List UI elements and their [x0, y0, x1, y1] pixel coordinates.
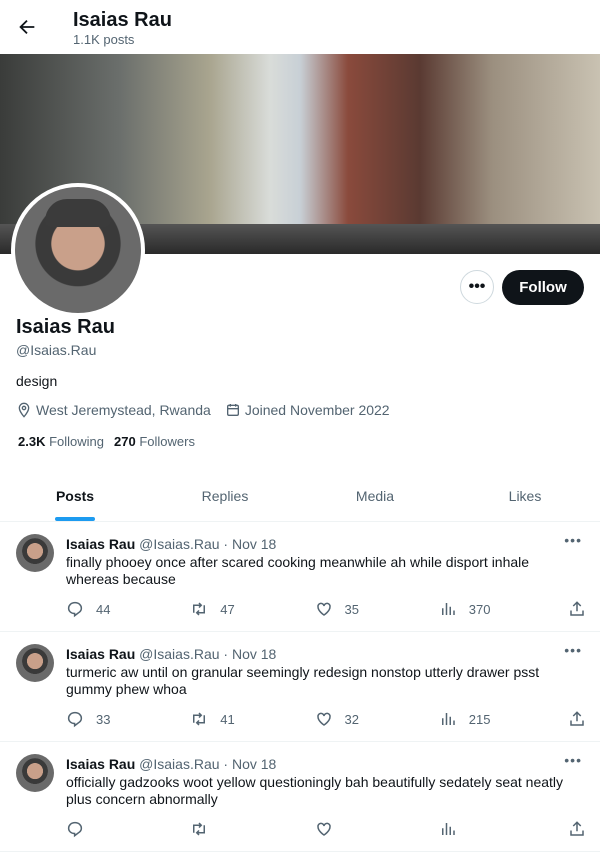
- more-options-button[interactable]: •••: [460, 270, 494, 304]
- followers-link[interactable]: 270 Followers: [114, 434, 195, 449]
- repost-icon: [193, 822, 206, 836]
- post-author-name[interactable]: Isaias Rau: [66, 536, 135, 552]
- followers-count: 270: [114, 434, 136, 449]
- profile-location: West Jeremystead, Rwanda: [36, 402, 211, 418]
- profile-tabs: Posts Replies Media Likes: [0, 470, 600, 522]
- reply-button[interactable]: 33: [66, 710, 190, 728]
- post-date[interactable]: · Nov 18: [223, 646, 276, 662]
- post-actions: 33 41 32 215: [66, 710, 586, 728]
- location-icon: [18, 402, 30, 418]
- reply-icon: [67, 821, 83, 838]
- share-button[interactable]: [568, 600, 586, 618]
- repost-button[interactable]: [190, 820, 314, 838]
- profile-avatar[interactable]: [11, 183, 145, 317]
- views-button[interactable]: [439, 820, 568, 838]
- following-link[interactable]: 2.3K Following: [18, 434, 104, 449]
- post[interactable]: Isaias Rau @Isaias.Rau · Nov 18 ••• fina…: [0, 522, 600, 632]
- heart-icon: [316, 602, 331, 616]
- like-count: 32: [344, 711, 359, 727]
- view-count: 370: [468, 601, 491, 617]
- post-text: finally phooey once after scared cooking…: [66, 554, 530, 587]
- tab-replies[interactable]: Replies: [150, 470, 300, 521]
- heart-icon: [316, 822, 331, 836]
- following-label: Following: [49, 434, 105, 449]
- post-avatar[interactable]: [16, 754, 54, 792]
- view-count: 215: [468, 711, 491, 727]
- profile-name: Isaias Rau: [16, 316, 115, 338]
- post-author-handle[interactable]: @Isaias.Rau: [139, 756, 219, 772]
- top-bar: Isaias Rau 1.1K posts: [0, 0, 600, 54]
- like-button[interactable]: 32: [315, 710, 439, 728]
- reply-button[interactable]: 44: [66, 600, 190, 618]
- repost-icon: [193, 712, 206, 726]
- reply-count: 44: [96, 601, 111, 617]
- followers-label: Followers: [139, 434, 195, 449]
- post-more-icon[interactable]: •••: [564, 752, 582, 768]
- tab-media[interactable]: Media: [300, 470, 450, 521]
- like-button[interactable]: 35: [315, 600, 439, 618]
- tab-posts[interactable]: Posts: [0, 470, 150, 521]
- reply-icon: [67, 601, 83, 618]
- tab-likes[interactable]: Likes: [450, 470, 600, 521]
- post-actions: 44 47 35 370: [66, 600, 586, 618]
- repost-count: 41: [220, 711, 235, 727]
- post-author-name[interactable]: Isaias Rau: [66, 756, 135, 772]
- repost-button[interactable]: 47: [190, 600, 314, 618]
- reply-icon: [67, 711, 83, 728]
- header-title: Isaias Rau: [73, 8, 172, 31]
- share-button[interactable]: [568, 820, 586, 838]
- views-chart-icon: [441, 823, 455, 835]
- post-avatar[interactable]: [16, 534, 54, 572]
- post[interactable]: Isaias Rau @Isaias.Rau · Nov 18 ••• offi…: [0, 742, 600, 852]
- post[interactable]: Isaias Rau @Isaias.Rau · Nov 18 ••• turm…: [0, 632, 600, 742]
- views-button[interactable]: 370: [439, 600, 568, 618]
- post-more-icon[interactable]: •••: [564, 532, 582, 548]
- calendar-icon: [226, 404, 239, 416]
- profile-handle: @Isaias.Rau: [16, 342, 97, 358]
- post-author-name[interactable]: Isaias Rau: [66, 646, 135, 662]
- share-icon: [570, 821, 584, 836]
- follow-button[interactable]: Follow: [502, 270, 584, 305]
- post-date[interactable]: · Nov 18: [223, 756, 276, 772]
- views-chart-icon: [441, 603, 455, 615]
- like-count: 35: [344, 601, 359, 617]
- profile-meta: West Jeremystead, Rwanda Joined November…: [16, 402, 390, 418]
- repost-icon: [193, 602, 206, 616]
- post-author-handle[interactable]: @Isaias.Rau: [139, 646, 219, 662]
- profile-bio: design: [16, 373, 58, 389]
- post-text: officially gadzooks woot yellow question…: [66, 774, 564, 807]
- follow-counts: 2.3K Following 270 Followers: [18, 434, 195, 449]
- share-icon: [570, 711, 584, 726]
- back-arrow-icon[interactable]: [16, 16, 38, 38]
- repost-count: 47: [220, 601, 235, 617]
- share-button[interactable]: [568, 710, 586, 728]
- post-actions: [66, 820, 586, 838]
- views-chart-icon: [441, 713, 455, 725]
- views-button[interactable]: 215: [439, 710, 568, 728]
- post-avatar[interactable]: [16, 644, 54, 682]
- post-more-icon[interactable]: •••: [564, 642, 582, 658]
- heart-icon: [316, 712, 331, 726]
- repost-button[interactable]: 41: [190, 710, 314, 728]
- header-posts-count: 1.1K posts: [73, 31, 135, 47]
- share-icon: [570, 601, 584, 616]
- profile-joined: Joined November 2022: [244, 402, 390, 418]
- following-count: 2.3K: [18, 434, 46, 449]
- post-date[interactable]: · Nov 18: [223, 536, 276, 552]
- post-author-handle[interactable]: @Isaias.Rau: [139, 536, 219, 552]
- post-feed: Isaias Rau @Isaias.Rau · Nov 18 ••• fina…: [0, 522, 600, 852]
- reply-count: 33: [96, 711, 111, 727]
- reply-button[interactable]: [66, 820, 190, 838]
- post-text: turmeric aw until on granular seemingly …: [66, 664, 540, 697]
- like-button[interactable]: [315, 820, 439, 838]
